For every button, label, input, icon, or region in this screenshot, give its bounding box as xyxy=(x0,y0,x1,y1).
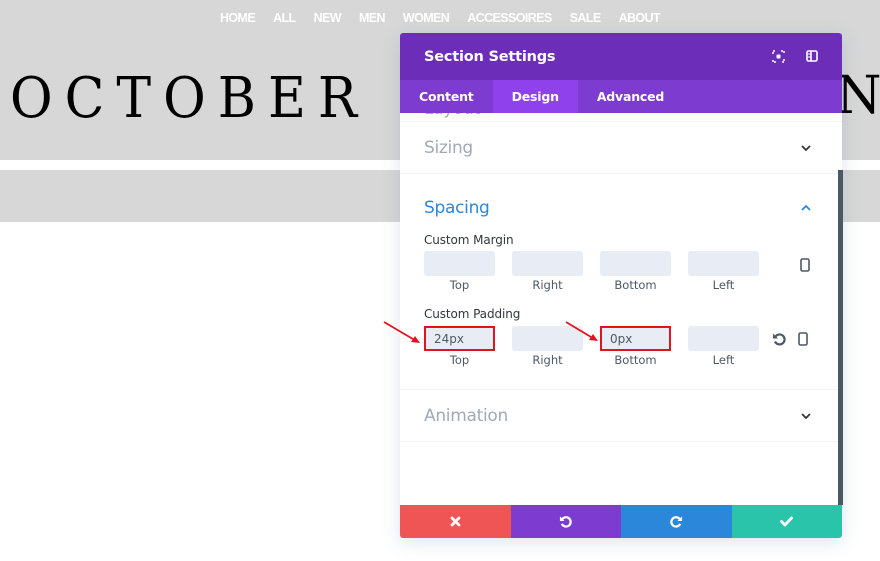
panel-body: Layout Sizing Spacing Custom Margin Top … xyxy=(400,113,842,505)
fullscreen-icon[interactable] xyxy=(770,48,786,64)
margin-bottom-caption: Bottom xyxy=(614,278,657,292)
custom-padding-label: Custom Padding xyxy=(424,307,521,321)
nav-men[interactable]: MEN xyxy=(350,11,394,25)
panel-scrollbar[interactable] xyxy=(838,170,843,505)
undo-icon xyxy=(560,516,572,528)
section-settings-panel: Section Settings Content Design Advanced… xyxy=(400,33,842,538)
margin-left-caption: Left xyxy=(712,278,735,292)
check-icon xyxy=(780,516,794,527)
toggle-spacing-title: Spacing xyxy=(424,198,490,218)
panel-footer xyxy=(400,505,842,538)
margin-top-input[interactable] xyxy=(424,251,495,276)
panel-tabs: Content Design Advanced xyxy=(400,80,842,113)
padding-left-input[interactable] xyxy=(688,326,759,351)
save-button[interactable] xyxy=(731,505,842,538)
tab-advanced[interactable]: Advanced xyxy=(578,80,683,113)
margin-right-input[interactable] xyxy=(512,251,583,276)
annotation-arrow-icon xyxy=(383,321,420,343)
panel-title: Section Settings xyxy=(424,48,556,65)
nav-accessoires[interactable]: ACCESSOIRES xyxy=(458,11,560,25)
nav-new[interactable]: NEW xyxy=(305,11,350,25)
toggle-layout-title: Layout xyxy=(424,113,480,119)
responsive-phone-icon[interactable] xyxy=(798,331,808,350)
custom-margin-label: Custom Margin xyxy=(424,233,514,247)
margin-bottom-input[interactable] xyxy=(600,251,671,276)
padding-side-icons xyxy=(772,331,808,350)
padding-bottom-caption: Bottom xyxy=(614,353,657,367)
nav-women[interactable]: WOMEN xyxy=(394,11,458,25)
padding-right-caption: Right xyxy=(532,353,563,367)
toggle-animation-title: Animation xyxy=(424,405,508,426)
chevron-up-icon xyxy=(801,204,811,211)
reset-icon[interactable] xyxy=(772,331,786,350)
nav-sale[interactable]: SALE xyxy=(561,11,610,25)
spacing-group: Spacing Custom Margin Top Right Bottom L… xyxy=(400,174,842,390)
chevron-down-icon xyxy=(801,144,811,151)
margin-right-caption: Right xyxy=(532,278,563,292)
margin-left-input[interactable] xyxy=(688,251,759,276)
redo-icon xyxy=(670,516,682,528)
tab-design[interactable]: Design xyxy=(492,80,578,113)
tab-content[interactable]: Content xyxy=(400,80,493,113)
chevron-down-icon xyxy=(801,412,811,419)
toggle-sizing-title: Sizing xyxy=(424,137,473,158)
margin-side-icons xyxy=(800,257,810,276)
site-logo-text: OCTOBER xyxy=(10,66,370,131)
nav-about[interactable]: ABOUT xyxy=(610,11,669,25)
toggle-sizing[interactable]: Sizing xyxy=(400,122,842,174)
undo-button[interactable] xyxy=(510,505,621,538)
redo-button[interactable] xyxy=(621,505,732,538)
padding-top-caption: Top xyxy=(449,353,470,367)
toggle-animation[interactable]: Animation xyxy=(400,390,842,442)
toggle-layout[interactable]: Layout xyxy=(400,113,842,122)
padding-left-caption: Left xyxy=(712,353,735,367)
responsive-phone-icon[interactable] xyxy=(800,257,810,276)
padding-bottom-input[interactable] xyxy=(600,326,671,351)
nav-home[interactable]: HOME xyxy=(211,11,264,25)
nav-all[interactable]: ALL xyxy=(264,11,305,25)
annotation-arrow-icon xyxy=(565,321,598,341)
toggle-spacing[interactable]: Spacing xyxy=(400,174,842,242)
margin-top-caption: Top xyxy=(449,278,470,292)
panel-header[interactable]: Section Settings xyxy=(400,33,842,80)
custom-margin-inputs: Top Right Bottom Left xyxy=(424,251,759,292)
discard-button[interactable] xyxy=(400,505,511,538)
padding-top-input[interactable] xyxy=(424,326,495,351)
close-icon xyxy=(450,516,461,527)
site-logo-text-tail: N xyxy=(836,66,880,126)
site-nav: HOME ALL NEW MEN WOMEN ACCESSOIRES SALE … xyxy=(0,11,880,25)
sidebar-layout-icon[interactable] xyxy=(804,48,820,64)
